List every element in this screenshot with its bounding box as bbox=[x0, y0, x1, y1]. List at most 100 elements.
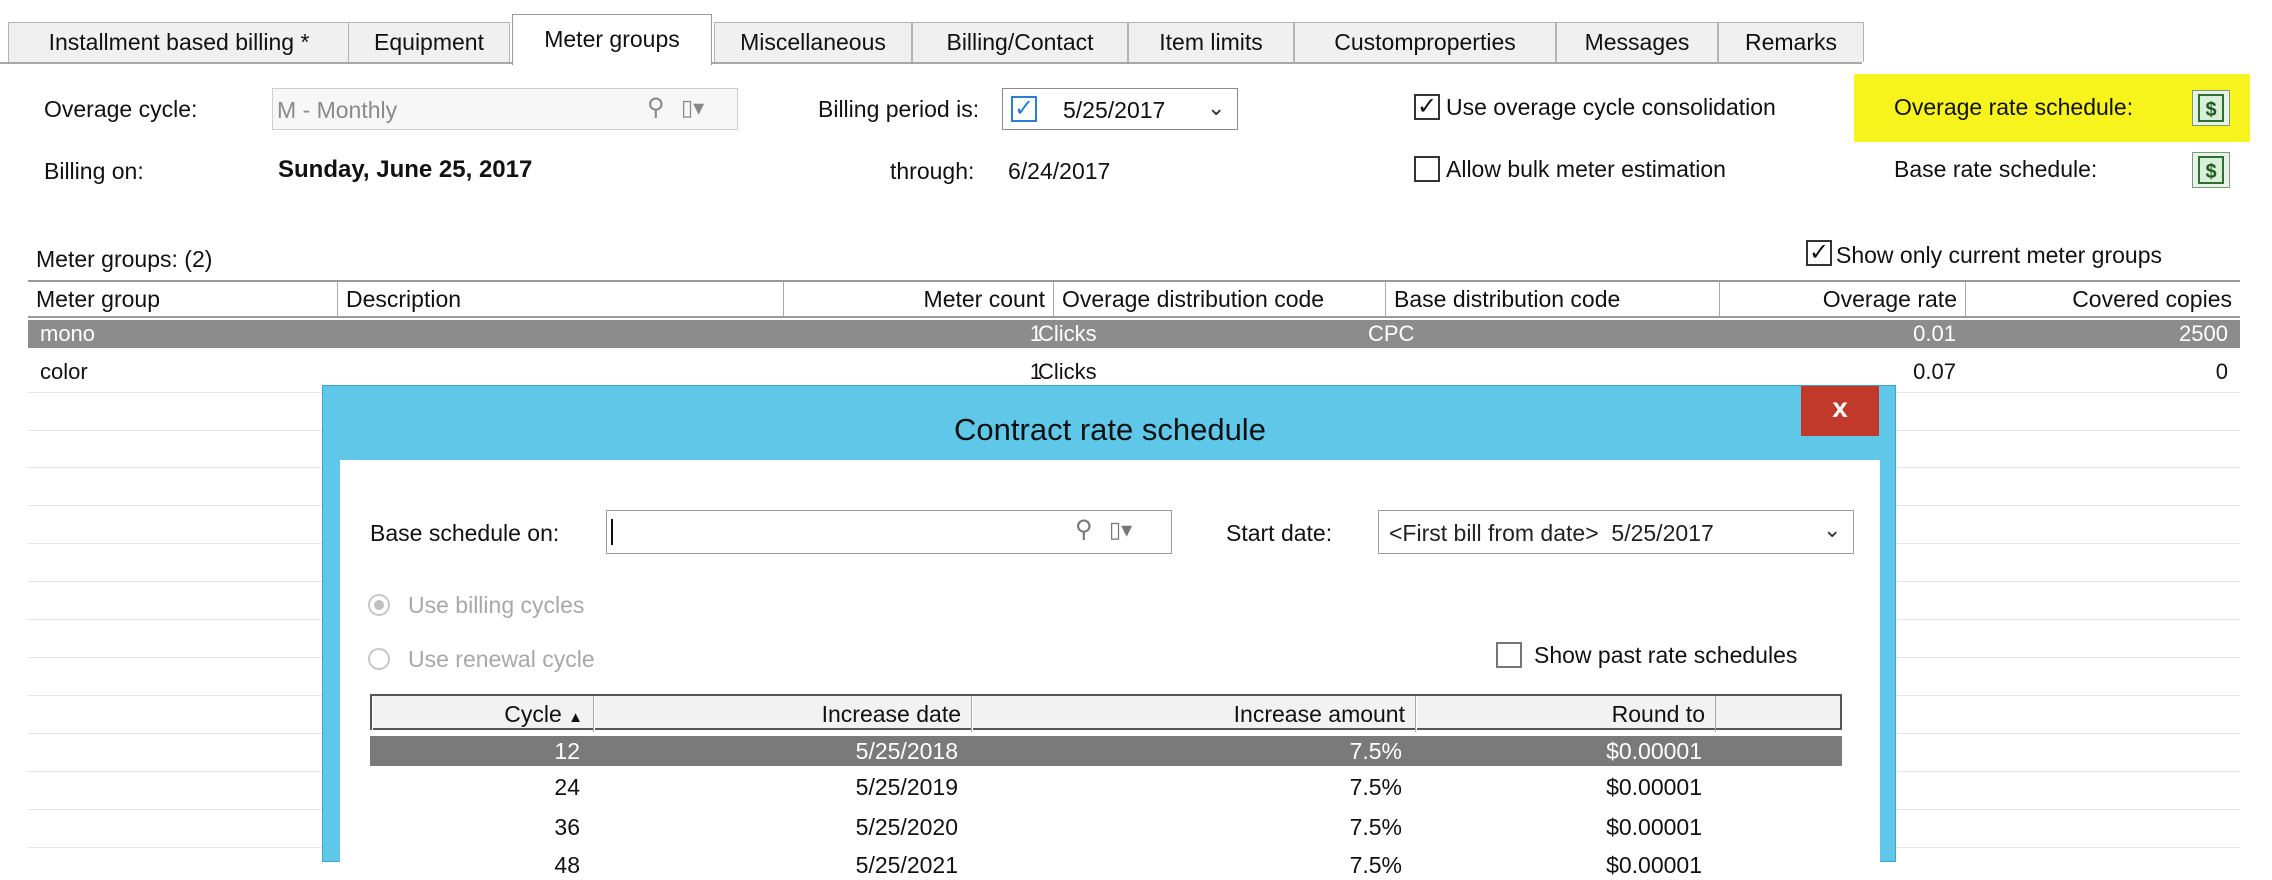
overage-cycle-field[interactable]: M - Monthly ⚲ ▯▾ bbox=[272, 88, 738, 130]
cell-increase-amount: 7.5% bbox=[1349, 738, 1402, 764]
cell-overage-rate: 0.01 bbox=[1913, 321, 1956, 346]
tab-strip: Installment based billing * Equipment Me… bbox=[0, 14, 1864, 65]
cell-round-to: $0.00001 bbox=[1606, 814, 1702, 840]
cell-cycle: 12 bbox=[554, 738, 580, 764]
svg-text:$: $ bbox=[2205, 99, 2216, 121]
start-date-label: Start date: bbox=[1226, 520, 1333, 546]
tab-meter-groups[interactable]: Meter groups bbox=[512, 14, 712, 65]
cell-increase-amount: 7.5% bbox=[1349, 814, 1402, 840]
col-meter-count[interactable]: Meter count bbox=[784, 282, 1054, 316]
col-overage-distribution-code[interactable]: Overage distribution code bbox=[1054, 282, 1386, 316]
cell-increase-amount: 7.5% bbox=[1349, 852, 1402, 878]
cell-round-to: $0.00001 bbox=[1606, 774, 1702, 800]
text-cursor bbox=[611, 519, 613, 545]
col-covered-copies[interactable]: Covered copies bbox=[1966, 282, 2240, 316]
through-label: through: bbox=[890, 158, 975, 184]
overage-rate-schedule-button[interactable]: $ bbox=[2192, 90, 2230, 126]
start-date-select[interactable]: <First bill from date> 5/25/2017 ⌄ bbox=[1378, 510, 1854, 554]
base-schedule-label: Base schedule on: bbox=[370, 520, 560, 546]
table-row[interactable]: 24 5/25/2019 7.5% $0.00001 bbox=[370, 772, 1842, 802]
tab-customproperties[interactable]: Customproperties bbox=[1294, 22, 1556, 62]
lookup-menu-icon[interactable]: ▯▾ bbox=[1109, 517, 1132, 543]
cell-increase-date: 5/25/2019 bbox=[855, 774, 958, 800]
tab-installment-billing[interactable]: Installment based billing * bbox=[8, 22, 350, 62]
cell-cycle: 24 bbox=[554, 774, 580, 800]
cell-increase-amount: 7.5% bbox=[1349, 774, 1402, 800]
cell-round-to: $0.00001 bbox=[1606, 738, 1702, 764]
use-renewal-cycle-radio[interactable] bbox=[368, 648, 390, 670]
checkmark-icon: ✓ bbox=[1808, 239, 1830, 266]
use-billing-cycles-radio[interactable] bbox=[368, 594, 390, 616]
cell-increase-date: 5/25/2021 bbox=[855, 852, 958, 878]
radio-dot bbox=[374, 600, 384, 610]
col-meter-group[interactable]: Meter group bbox=[28, 282, 338, 316]
cell-base-code: CPC bbox=[1368, 321, 1415, 346]
svg-text:$: $ bbox=[2205, 161, 2216, 183]
overage-rate-schedule-label: Overage rate schedule: bbox=[1894, 94, 2134, 120]
table-row[interactable]: 48 5/25/2021 7.5% $0.00001 bbox=[370, 850, 1842, 880]
use-consolidation-checkbox[interactable]: ✓ bbox=[1414, 94, 1440, 120]
billing-period-label: Billing period is: bbox=[818, 96, 980, 122]
dialog-title: Contract rate schedule bbox=[954, 412, 1266, 447]
chevron-down-icon: ⌄ bbox=[1823, 517, 1842, 542]
col-cycle-label: Cycle bbox=[504, 701, 562, 727]
table-row[interactable]: 36 5/25/2020 7.5% $0.00001 bbox=[370, 812, 1842, 842]
billing-period-checkbox[interactable]: ✓ bbox=[1011, 96, 1037, 122]
cell-overage-code: Clicks bbox=[1038, 321, 1097, 346]
use-consolidation-label: Use overage cycle consolidation bbox=[1446, 94, 1776, 120]
table-row[interactable]: 12 5/25/2018 7.5% $0.00001 bbox=[370, 736, 1842, 766]
table-row[interactable]: mono 1 Clicks CPC 0.01 2500 bbox=[28, 320, 2240, 348]
show-past-label: Show past rate schedules bbox=[1534, 642, 1798, 668]
sort-asc-icon: ▲ bbox=[568, 709, 583, 726]
use-billing-cycles-label: Use billing cycles bbox=[408, 592, 585, 618]
col-cycle[interactable]: Cycle ▲ bbox=[372, 696, 594, 732]
base-rate-schedule-label: Base rate schedule: bbox=[1894, 156, 2098, 182]
rate-schedule-icon: $ bbox=[2198, 94, 2224, 122]
tab-equipment[interactable]: Equipment bbox=[348, 22, 510, 62]
col-round-to[interactable]: Round to bbox=[1416, 696, 1716, 732]
billing-period-picker[interactable]: ✓ 5/25/2017 ⌄ bbox=[1002, 88, 1238, 130]
cell-round-to: $0.00001 bbox=[1606, 852, 1702, 878]
base-schedule-input[interactable]: ⚲ ▯▾ bbox=[606, 510, 1172, 554]
col-increase-amount[interactable]: Increase amount bbox=[972, 696, 1416, 732]
search-icon[interactable]: ⚲ bbox=[647, 93, 665, 122]
tab-item-limits[interactable]: Item limits bbox=[1128, 22, 1294, 62]
chevron-down-icon[interactable]: ⌄ bbox=[1207, 95, 1225, 121]
cell-cycle: 48 bbox=[554, 852, 580, 878]
meter-groups-header: Meter group Description Meter count Over… bbox=[28, 280, 2240, 318]
meter-groups-title: Meter groups: (2) bbox=[36, 246, 213, 272]
show-past-checkbox[interactable] bbox=[1496, 642, 1522, 668]
table-row[interactable]: color 1 Clicks 0.07 0 bbox=[28, 358, 2240, 386]
show-current-checkbox[interactable]: ✓ bbox=[1806, 240, 1832, 266]
checkmark-icon: ✓ bbox=[1013, 95, 1035, 122]
billing-on-value: Sunday, June 25, 2017 bbox=[278, 156, 533, 183]
cell-meter-group: mono bbox=[40, 321, 96, 346]
cell-increase-date: 5/25/2018 bbox=[855, 738, 958, 764]
checkmark-icon: ✓ bbox=[1416, 93, 1438, 120]
col-increase-date[interactable]: Increase date bbox=[594, 696, 972, 732]
close-button[interactable]: x bbox=[1801, 386, 1879, 436]
tab-remarks[interactable]: Remarks bbox=[1718, 22, 1864, 62]
cell-covered-copies: 2500 bbox=[2179, 321, 2228, 346]
rate-schedule-header: Cycle ▲ Increase date Increase amount Ro… bbox=[370, 694, 1842, 732]
col-description[interactable]: Description bbox=[338, 282, 784, 316]
col-base-distribution-code[interactable]: Base distribution code bbox=[1386, 282, 1720, 316]
cell-covered-copies: 0 bbox=[2215, 359, 2228, 384]
through-value: 6/24/2017 bbox=[1008, 158, 1111, 184]
col-overage-rate[interactable]: Overage rate bbox=[1720, 282, 1966, 316]
tab-messages[interactable]: Messages bbox=[1556, 22, 1718, 62]
bulk-estimation-label: Allow bulk meter estimation bbox=[1446, 156, 1726, 182]
bulk-estimation-checkbox[interactable] bbox=[1414, 156, 1440, 182]
base-rate-schedule-button[interactable]: $ bbox=[2192, 152, 2230, 188]
cell-meter-count: 1 bbox=[1029, 359, 1042, 384]
cell-meter-count: 1 bbox=[1029, 321, 1042, 346]
tab-billing-contact[interactable]: Billing/Contact bbox=[912, 22, 1128, 62]
overage-cycle-value: M - Monthly bbox=[277, 97, 398, 123]
cell-overage-rate: 0.07 bbox=[1913, 359, 1956, 384]
lookup-menu-icon[interactable]: ▯▾ bbox=[681, 95, 704, 121]
search-icon[interactable]: ⚲ bbox=[1075, 515, 1093, 544]
cell-meter-group: color bbox=[40, 359, 88, 384]
cell-increase-date: 5/25/2020 bbox=[855, 814, 958, 840]
tab-miscellaneous[interactable]: Miscellaneous bbox=[714, 22, 912, 62]
close-icon: x bbox=[1832, 392, 1848, 423]
